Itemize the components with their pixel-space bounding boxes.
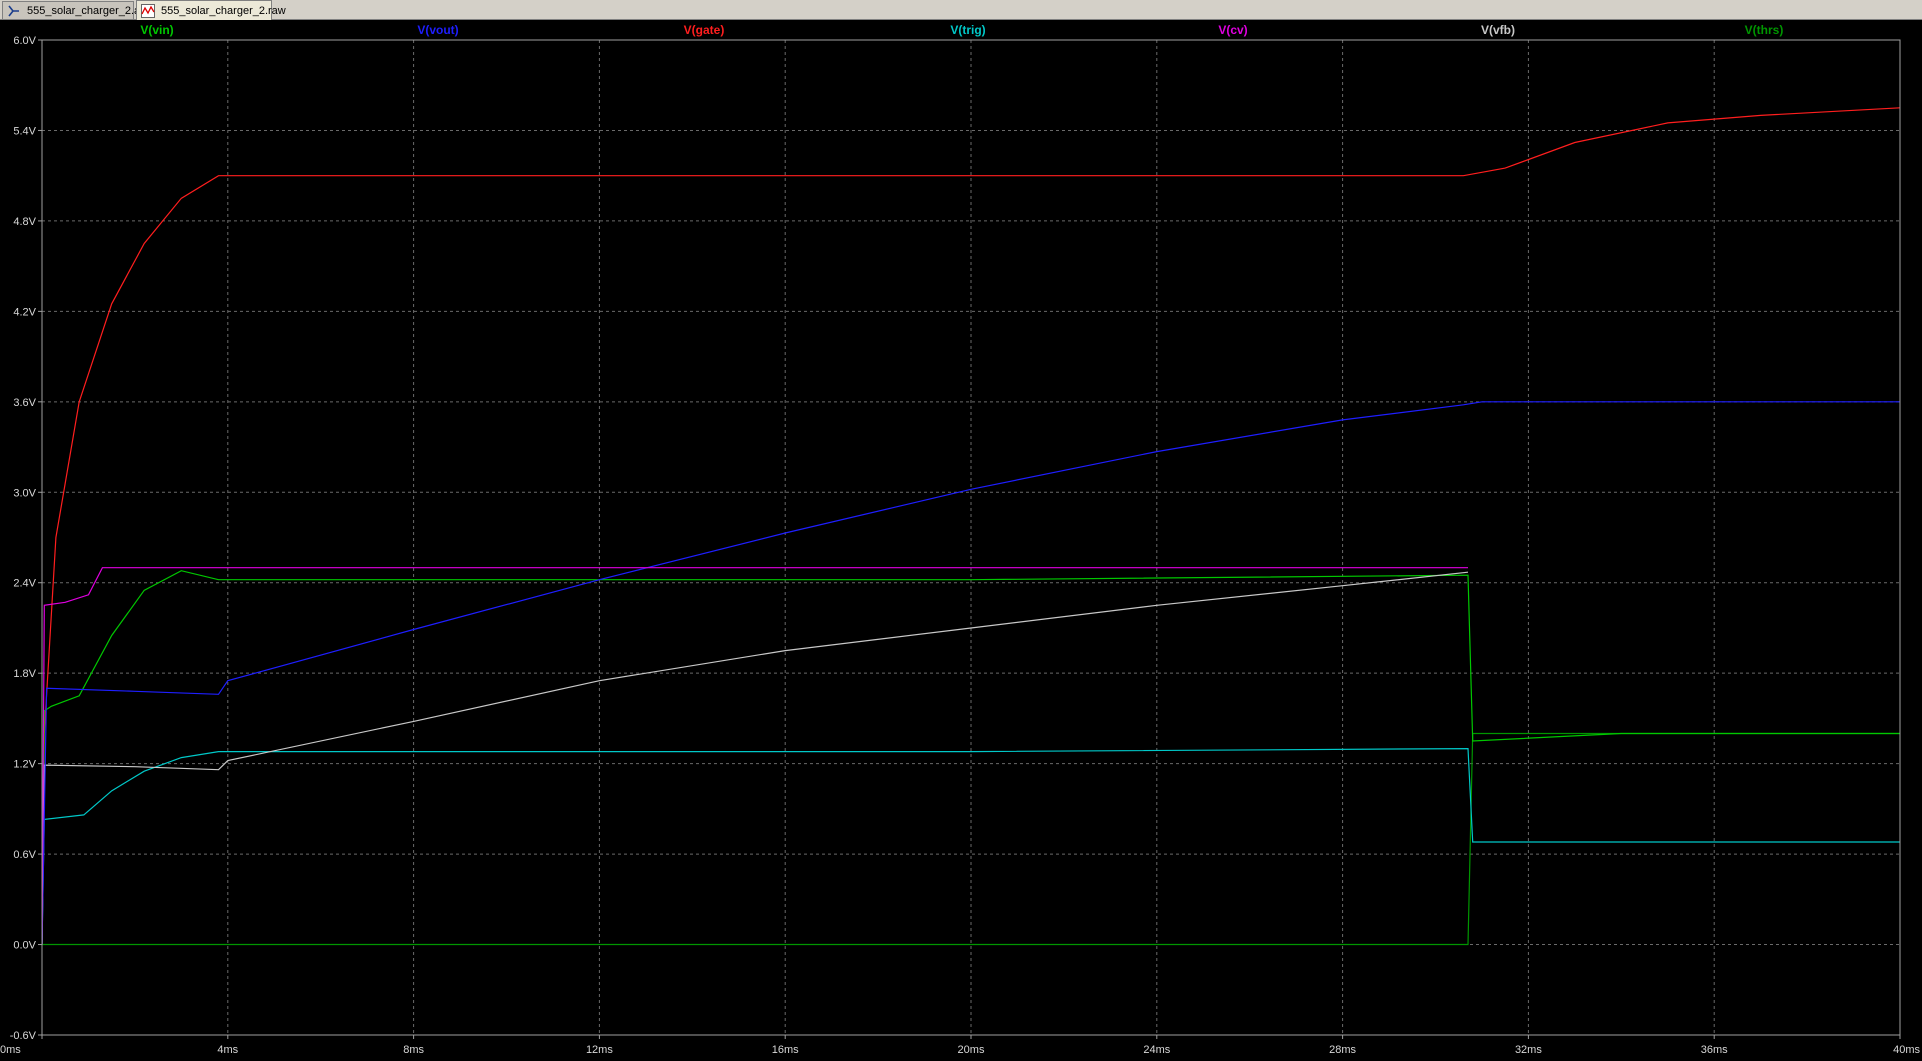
x-tick-label: 32ms: [1515, 1044, 1542, 1056]
x-tick-label: 36ms: [1701, 1044, 1728, 1056]
x-tick-label: 8ms: [403, 1044, 424, 1056]
tab-schematic[interactable]: 555_solar_charger_2.asc: [2, 1, 151, 19]
x-tick-label: 0ms: [0, 1044, 21, 1056]
y-tick-label: 2.4V: [13, 578, 36, 590]
x-tick-label: 28ms: [1329, 1044, 1356, 1056]
legend-vvout: V(vout): [417, 23, 458, 37]
x-tick-label: 40ms: [1893, 1044, 1920, 1056]
x-tick-label: 4ms: [217, 1044, 238, 1056]
x-tick-label: 24ms: [1143, 1044, 1170, 1056]
y-tick-label: -0.6V: [10, 1030, 37, 1042]
y-tick-label: 4.2V: [13, 306, 36, 318]
schematic-icon: [7, 4, 21, 18]
y-tick-label: 3.0V: [13, 487, 36, 499]
y-tick-label: 6.0V: [13, 35, 36, 47]
y-tick-label: 1.8V: [13, 668, 36, 680]
x-tick-label: 16ms: [772, 1044, 799, 1056]
legend-vgate: V(gate): [684, 23, 725, 37]
x-tick-label: 12ms: [586, 1044, 613, 1056]
tab-bar: 555_solar_charger_2.asc 555_solar_charge…: [0, 0, 1922, 20]
y-tick-label: 0.0V: [13, 940, 36, 952]
legend-vvin: V(vin): [140, 23, 173, 37]
tab-label: 555_solar_charger_2.asc: [27, 4, 152, 17]
y-tick-label: 1.2V: [13, 759, 36, 771]
waveform-icon: [141, 3, 155, 18]
legend-vvfb: V(vfb): [1481, 23, 1515, 37]
y-tick-label: 4.8V: [13, 216, 36, 228]
legend-vthrs: V(thrs): [1745, 23, 1784, 37]
legend-vtrig: V(trig): [950, 23, 985, 37]
tab-waveform[interactable]: 555_solar_charger_2.raw: [136, 0, 286, 20]
y-tick-label: 0.6V: [13, 849, 36, 861]
y-tick-label: 3.6V: [13, 397, 36, 409]
x-tick-label: 20ms: [958, 1044, 985, 1056]
tab-label: 555_solar_charger_2.raw: [161, 4, 286, 17]
legend-vcv: V(cv): [1218, 23, 1247, 37]
y-tick-label: 5.4V: [13, 125, 36, 137]
waveform-plot[interactable]: -0.6V 0.0V 0.6V 1.2V 1.8V 2.4V 3.0V 3.6V 4.2V 4.8…: [0, 20, 1922, 1061]
